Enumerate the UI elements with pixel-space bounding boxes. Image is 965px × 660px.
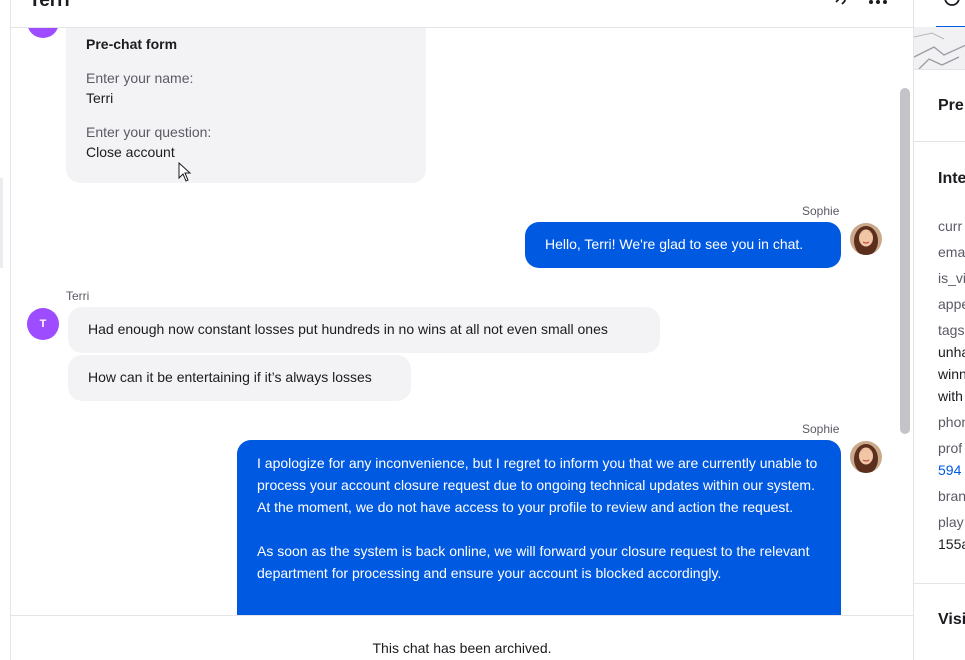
prechat-section-heading[interactable]: Pre <box>938 97 964 115</box>
message-text: Hello, Terri! We're glad to see you in c… <box>545 236 804 252</box>
field-label: bran <box>938 488 965 504</box>
field-label: prof <box>938 440 963 456</box>
mouse-cursor-icon <box>178 162 192 182</box>
user-icon[interactable] <box>942 0 962 10</box>
message-paragraph: I apologize for any inconvenience, but I… <box>257 455 818 515</box>
message-paragraph: As soon as the system is back online, we… <box>257 543 810 581</box>
field-label: phon <box>938 414 965 430</box>
message-author: Sophie <box>802 422 840 436</box>
message-author: Terri <box>66 289 90 303</box>
scrollbar[interactable] <box>900 88 910 434</box>
visitor-section-heading[interactable]: Visi <box>938 611 965 629</box>
field-label: ema <box>938 244 965 260</box>
field-label: play <box>938 514 964 530</box>
chat-page: Terri Pre-chat form Enter your name: Ter… <box>0 0 965 660</box>
message-text: How can it be entertaining if it’s alway… <box>88 369 372 385</box>
left-panel-handle[interactable] <box>0 178 3 268</box>
more-options-icon[interactable] <box>867 0 889 12</box>
archived-status: This chat has been archived. <box>372 640 552 656</box>
message-text: Had enough now constant losses put hundr… <box>88 321 608 337</box>
customer-avatar <box>27 28 59 38</box>
message-author: Sophie <box>802 204 840 218</box>
customer-message: Had enough now constant losses put hundr… <box>68 307 660 353</box>
integration-section-heading[interactable]: Inte <box>938 170 965 188</box>
field-value: winn <box>938 366 965 382</box>
field-value: with <box>938 388 963 404</box>
field-value: unha <box>938 344 965 360</box>
divider <box>914 583 965 584</box>
agent-message: Hello, Terri! We're glad to see you in c… <box>525 222 841 268</box>
field-label: is_vi <box>938 270 965 286</box>
customer-message: How can it be entertaining if it’s alway… <box>68 355 411 401</box>
prechat-form: Pre-chat form Enter your name: Terri Ent… <box>66 28 426 183</box>
field-label: tags <box>938 322 965 338</box>
details-sidebar: Pre Inte curr ema is_vi appe tags unha w… <box>913 0 965 660</box>
prechat-name-label: Enter your name: <box>86 70 194 86</box>
agent-avatar <box>850 441 882 473</box>
divider <box>914 69 965 70</box>
customer-avatar: T <box>27 308 59 340</box>
location-map <box>914 27 965 69</box>
divider <box>914 141 965 142</box>
field-value: 155a <box>938 536 965 552</box>
message-list[interactable]: Pre-chat form Enter your name: Terri Ent… <box>11 28 913 615</box>
prechat-name-value: Terri <box>86 90 114 106</box>
field-label: curr <box>938 218 963 234</box>
agent-message: I apologize for any inconvenience, but I… <box>237 440 841 615</box>
link-icon[interactable] <box>829 0 851 12</box>
prechat-question-label: Enter your question: <box>86 124 212 140</box>
chat-footer: This chat has been archived. <box>11 615 913 660</box>
prechat-question-value: Close account <box>86 144 175 160</box>
profile-link[interactable]: 594 <box>938 462 961 478</box>
chat-header: Terri <box>11 0 913 28</box>
chat-title: Terri <box>29 0 70 11</box>
field-label: appe <box>938 296 965 312</box>
agent-avatar <box>850 223 882 255</box>
left-panel-edge <box>0 0 11 660</box>
prechat-title: Pre-chat form <box>86 36 178 52</box>
